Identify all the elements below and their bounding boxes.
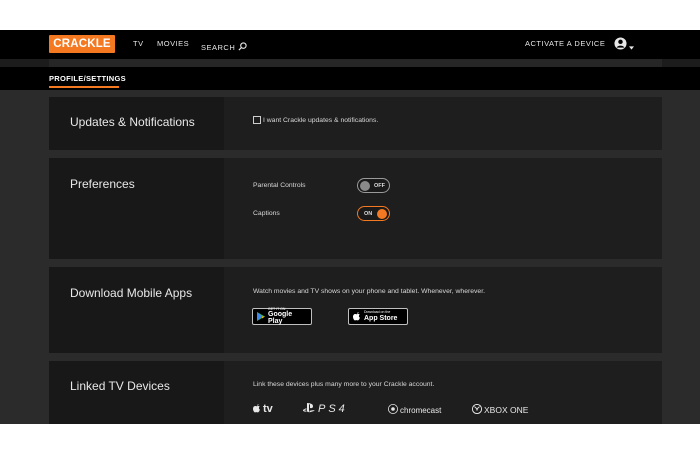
device-name: tv (263, 403, 273, 415)
search-label: SEARCH (201, 42, 236, 52)
updates-checkbox[interactable] (253, 116, 261, 124)
tab-profile-settings[interactable]: PROFILE/SETTINGS (49, 74, 126, 83)
toggle-state-label: ON (364, 211, 373, 217)
app-store-big-text: App Store (364, 314, 398, 322)
xbox-icon (471, 401, 483, 419)
caret-down-icon (629, 37, 634, 55)
section-title: Updates & Notifications (70, 115, 195, 129)
settings-tab-bar: PROFILE/SETTINGS (0, 67, 700, 90)
captions-label: Captions (253, 210, 280, 217)
nav-tv-link[interactable]: TV (133, 39, 144, 48)
linked-devices-section: Linked TV Devices Link these devices plu… (49, 361, 662, 424)
google-play-icon (257, 308, 265, 326)
section-title: Linked TV Devices (70, 379, 170, 393)
toggle-knob (360, 181, 370, 191)
linked-devices-description: Link these devices plus many more to you… (253, 381, 435, 388)
google-play-badge[interactable]: GET IT ON Google Play (252, 307, 312, 326)
app-window: CRACKLE TV MOVIES SEARCH ACTIVATE A DEVI… (0, 30, 700, 424)
subheader-strip (0, 59, 700, 67)
section-title: Preferences (70, 177, 135, 191)
apple-tv-icon (253, 400, 261, 418)
google-play-big-text: Google Play (268, 311, 293, 326)
user-menu-button[interactable] (614, 37, 634, 55)
search-button[interactable]: SEARCH (201, 38, 247, 56)
device-name: XBOX ONE (484, 405, 529, 415)
section-label-panel (49, 158, 224, 259)
app-store-badge[interactable]: Download on the App Store (348, 308, 408, 325)
captions-toggle[interactable]: ON (357, 206, 390, 221)
apple-icon (353, 308, 361, 326)
device-chromecast: chromecast (388, 401, 441, 419)
apps-description: Watch movies and TV shows on your phone … (253, 288, 485, 295)
device-apple-tv: tv (253, 400, 273, 418)
parental-controls-label: Parental Controls (253, 182, 306, 189)
toggle-knob (377, 209, 387, 219)
subheader-edge (49, 59, 662, 67)
parental-controls-toggle[interactable]: OFF (357, 178, 390, 193)
chromecast-icon (388, 401, 398, 419)
device-name: chromecast (400, 405, 442, 415)
mobile-apps-section: Download Mobile Apps Watch movies and TV… (49, 267, 662, 353)
nav-movies-link[interactable]: MOVIES (157, 39, 189, 48)
device-xbox-one: XBOX ONE (471, 401, 529, 419)
tab-active-indicator (49, 86, 119, 88)
crackle-logo[interactable]: CRACKLE (49, 35, 115, 53)
activate-device-link[interactable]: ACTIVATE A DEVICE (525, 39, 605, 48)
device-name: PS4 (318, 403, 348, 415)
updates-checkbox-label: I want Crackle updates & notifications. (263, 117, 379, 124)
user-icon (614, 37, 627, 55)
section-label-panel (49, 267, 224, 353)
top-nav: CRACKLE TV MOVIES SEARCH ACTIVATE A DEVI… (0, 30, 700, 59)
section-title: Download Mobile Apps (70, 286, 193, 300)
playstation-icon (302, 400, 316, 418)
preferences-section: Preferences Parental Controls OFF Captio… (49, 158, 662, 259)
toggle-state-label: OFF (374, 183, 385, 189)
search-icon (238, 38, 247, 56)
updates-section: Updates & Notifications I want Crackle u… (49, 97, 662, 150)
device-ps4: PS4 (302, 400, 348, 418)
